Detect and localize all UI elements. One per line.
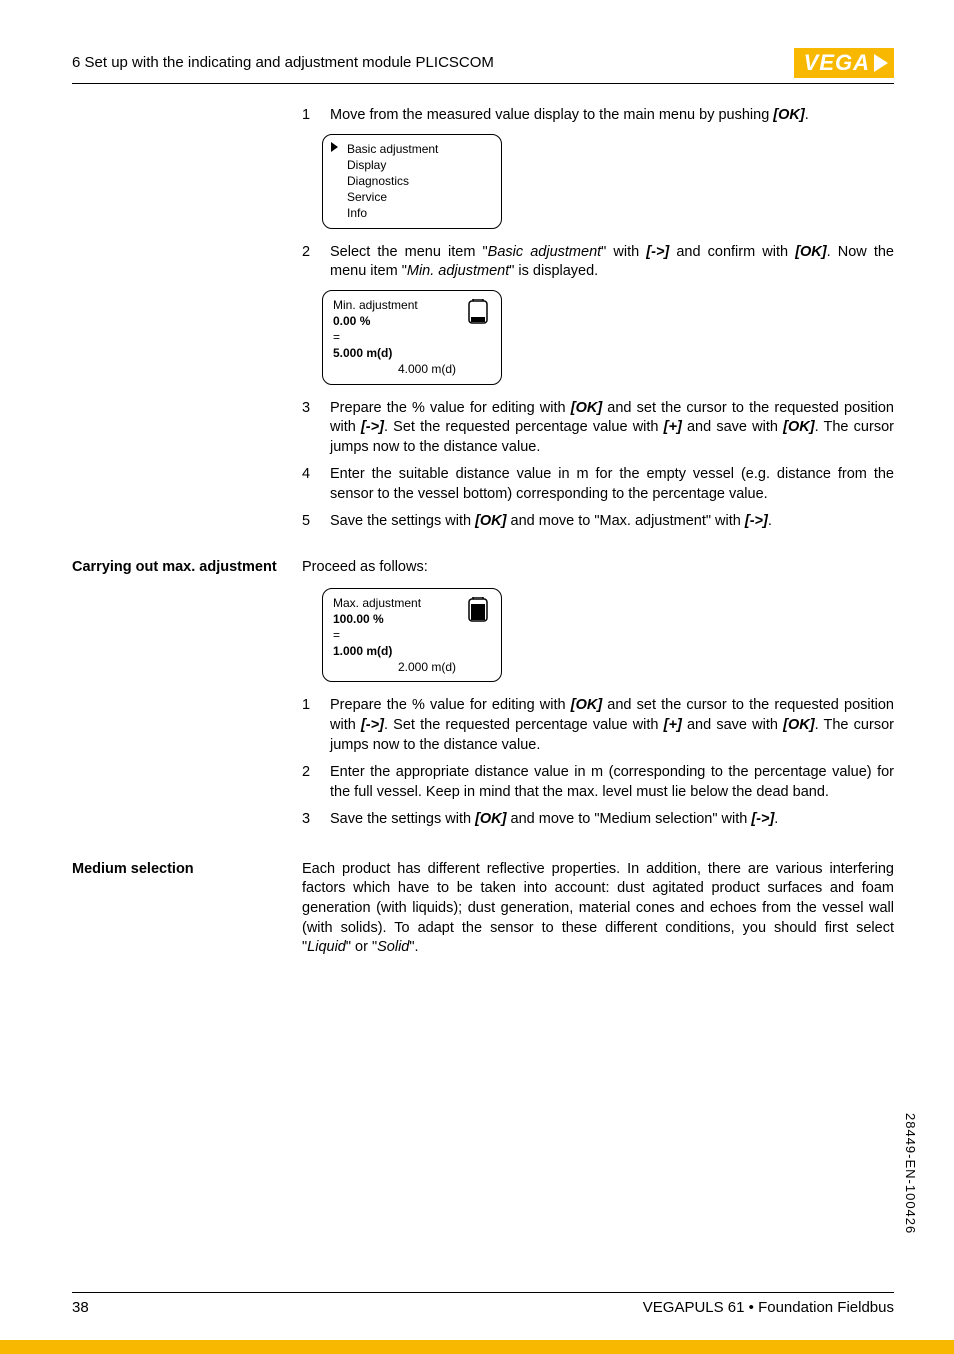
step-number: 4	[302, 465, 316, 504]
step-number: 1	[302, 696, 316, 755]
content: 1 Move from the measured value display t…	[72, 106, 894, 968]
max-intro: Proceed as follows:	[302, 558, 894, 578]
step-text: Enter the suitable distance value in m f…	[330, 465, 894, 504]
max-step-3: 3 Save the settings with [OK] and move t…	[302, 810, 894, 830]
menu-item: Basic adjustment	[347, 141, 491, 157]
vessel-full-icon	[465, 597, 491, 631]
vega-logo: VEGA	[794, 48, 894, 78]
step-number: 5	[302, 512, 316, 532]
step-text: Enter the appropriate distance value in …	[330, 763, 894, 802]
menu-item: Diagnostics	[347, 173, 491, 189]
logo-text: VEGA	[804, 48, 870, 78]
page-footer: 38 VEGAPULS 61 • Foundation Fieldbus	[72, 1292, 894, 1318]
max-step-1: 1 Prepare the % value for editing with […	[302, 696, 894, 755]
document-id: 28449-EN-100426	[901, 1113, 919, 1234]
step-1: 1 Move from the measured value display t…	[302, 106, 894, 126]
step-text: Save the settings with [OK] and move to …	[330, 512, 894, 532]
display-dist1: 1.000 m(d)	[333, 643, 491, 659]
menu-item: Display	[347, 157, 491, 173]
step-5: 5 Save the settings with [OK] and move t…	[302, 512, 894, 532]
step-text: Save the settings with [OK] and move to …	[330, 810, 894, 830]
page-header: 6 Set up with the indicating and adjustm…	[72, 48, 894, 84]
step-2: 2 Select the menu item "Basic adjustment…	[302, 243, 894, 282]
step-number: 2	[302, 763, 316, 802]
step-number: 2	[302, 243, 316, 282]
product-name: VEGAPULS 61 • Foundation Fieldbus	[643, 1298, 894, 1318]
vessel-empty-icon	[465, 299, 491, 333]
cursor-icon	[331, 142, 338, 152]
max-adjust-heading: Carrying out max. adjustment	[72, 558, 282, 838]
page-number: 38	[72, 1298, 89, 1318]
display-dist2: 2.000 m(d)	[363, 659, 491, 675]
step-4: 4 Enter the suitable distance value in m…	[302, 465, 894, 504]
menu-item: Info	[347, 205, 491, 221]
min-adjustment-display: Min. adjustment 0.00 % = 5.000 m(d) 4.00…	[322, 290, 502, 385]
step-text: Prepare the % value for editing with [OK…	[330, 696, 894, 755]
section-title: 6 Set up with the indicating and adjustm…	[72, 53, 494, 73]
logo-triangle-icon	[874, 54, 888, 72]
menu-item: Service	[347, 189, 491, 205]
step-number: 3	[302, 399, 316, 458]
step-text: Select the menu item "Basic adjustment" …	[330, 243, 894, 282]
step-text: Prepare the % value for editing with [OK…	[330, 399, 894, 458]
step-number: 1	[302, 106, 316, 126]
step-number: 3	[302, 810, 316, 830]
footer-accent-bar	[0, 1340, 954, 1354]
step-text: Move from the measured value display to …	[330, 106, 894, 126]
max-step-2: 2 Enter the appropriate distance value i…	[302, 763, 894, 802]
display-dist1: 5.000 m(d)	[333, 345, 491, 361]
display-dist2: 4.000 m(d)	[363, 361, 491, 377]
medium-text: Each product has different reflective pr…	[302, 860, 894, 958]
medium-heading: Medium selection	[72, 860, 282, 968]
max-adjustment-display: Max. adjustment 100.00 % = 1.000 m(d) 2.…	[322, 588, 502, 683]
menu-display: Basic adjustment Display Diagnostics Ser…	[322, 134, 502, 229]
step-3: 3 Prepare the % value for editing with […	[302, 399, 894, 458]
